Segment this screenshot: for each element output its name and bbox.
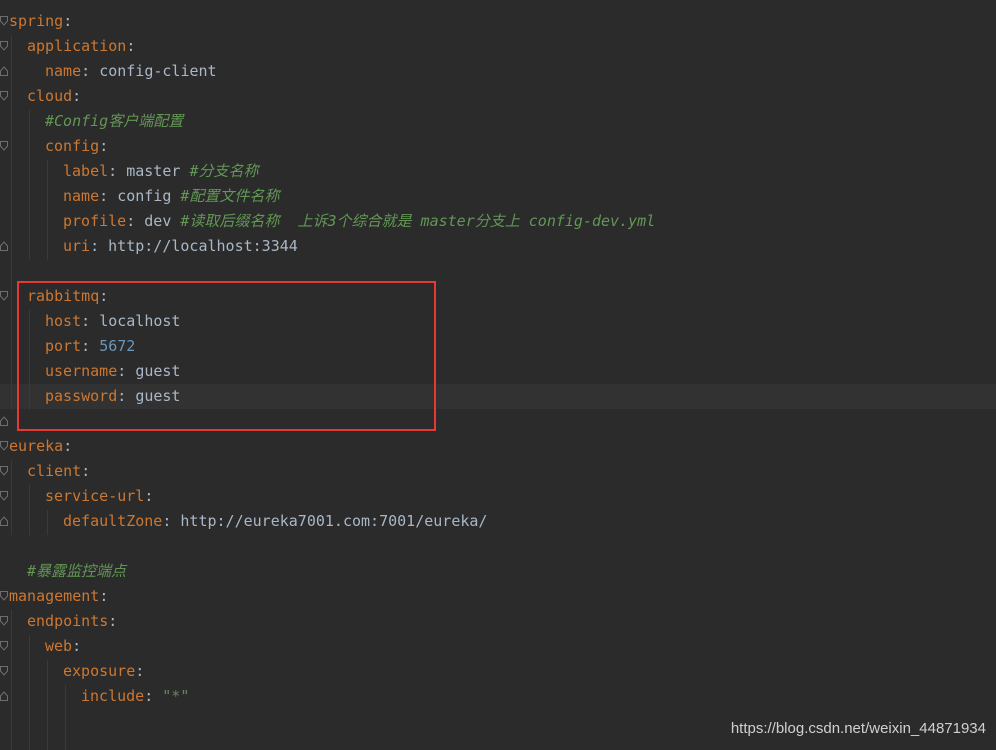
yaml-colon: : — [126, 212, 145, 230]
yaml-colon: : — [135, 662, 145, 680]
yaml-key: uri — [63, 237, 91, 255]
code-line-spring[interactable]: spring: — [9, 9, 72, 34]
code-line-application-name[interactable]: name: config-client — [45, 59, 217, 84]
code-line-endpoints-comment[interactable]: #暴露监控端点 — [27, 559, 126, 584]
yaml-colon: : — [162, 512, 181, 530]
yaml-key: eureka — [9, 437, 64, 455]
yaml-key: name — [45, 62, 82, 80]
yaml-comment: #暴露监控端点 — [27, 562, 127, 580]
yaml-key: web — [45, 637, 73, 655]
fold-marker-icon[interactable] — [0, 141, 8, 151]
yaml-key: cloud — [27, 87, 73, 105]
yaml-key: label — [63, 162, 109, 180]
indent-guide — [29, 635, 30, 750]
watermark-text: https://blog.csdn.net/weixin_44871934 — [730, 720, 986, 737]
fold-marker-icon[interactable] — [0, 241, 8, 251]
code-line-service-url[interactable]: service-url: — [45, 484, 153, 509]
yaml-comment: #Config客户端配置 — [45, 112, 184, 130]
code-line-cloud[interactable]: cloud: — [27, 84, 81, 109]
code-line-defaultzone[interactable]: defaultZone: http://eureka7001.com:7001/… — [63, 509, 487, 534]
yaml-colon: : — [108, 162, 127, 180]
yaml-comment: #分支名称 — [189, 162, 259, 180]
code-line-client[interactable]: client: — [27, 459, 90, 484]
yaml-key: defaultZone — [63, 512, 163, 530]
yaml-colon: : — [99, 187, 118, 205]
fold-marker-icon[interactable] — [0, 491, 8, 501]
yaml-value: config — [117, 187, 181, 205]
indent-guide — [65, 685, 66, 750]
yaml-key: exposure — [63, 662, 136, 680]
fold-marker-icon[interactable] — [0, 441, 8, 451]
yaml-colon: : — [99, 137, 109, 155]
code-line-config-name[interactable]: name: config #配置文件名称 — [63, 184, 279, 209]
indent-guide — [47, 660, 48, 750]
fold-marker-icon[interactable] — [0, 691, 8, 701]
yaml-key: include — [81, 687, 145, 705]
fold-marker-icon[interactable] — [0, 591, 8, 601]
fold-marker-icon[interactable] — [0, 466, 8, 476]
code-line-endpoints[interactable]: endpoints: — [27, 609, 117, 634]
code-line-management[interactable]: management: — [9, 584, 108, 609]
indent-guide — [29, 110, 30, 260]
yaml-colon: : — [108, 612, 118, 630]
indent-guide — [11, 35, 12, 410]
yaml-value: http://localhost:3344 — [108, 237, 298, 255]
indent-guide — [47, 510, 48, 535]
yaml-value: http://eureka7001.com:7001/eureka/ — [180, 512, 488, 530]
fold-marker-icon[interactable] — [0, 666, 8, 676]
yaml-key: application — [27, 37, 127, 55]
yaml-key: management — [9, 587, 100, 605]
fold-marker-icon[interactable] — [0, 41, 8, 51]
fold-marker-icon[interactable] — [0, 91, 8, 101]
yaml-colon: : — [126, 37, 136, 55]
indent-guide — [47, 160, 48, 260]
yaml-colon: : — [99, 587, 109, 605]
yaml-value: config-client — [99, 62, 217, 80]
yaml-colon: : — [144, 487, 154, 505]
yaml-colon: : — [63, 437, 73, 455]
yaml-key: name — [63, 187, 100, 205]
fold-marker-icon[interactable] — [0, 516, 8, 526]
code-line-application[interactable]: application: — [27, 34, 135, 59]
yaml-comment: #读取后缀名称 上诉3个综合就是 master分支上 config-dev.ym… — [180, 212, 656, 230]
yaml-value: master — [126, 162, 190, 180]
yaml-key: service-url — [45, 487, 145, 505]
code-line-eureka[interactable]: eureka: — [9, 434, 72, 459]
code-line-exposure[interactable]: exposure: — [63, 659, 144, 684]
fold-marker-icon[interactable] — [0, 616, 8, 626]
yaml-value: dev — [144, 212, 181, 230]
fold-marker-icon[interactable] — [0, 641, 8, 651]
yaml-key: client — [27, 462, 82, 480]
yaml-key: profile — [63, 212, 127, 230]
yaml-colon: : — [72, 637, 82, 655]
yaml-comment: #配置文件名称 — [180, 187, 280, 205]
fold-marker-icon[interactable] — [0, 416, 8, 426]
yaml-colon: : — [90, 237, 109, 255]
fold-marker-icon[interactable] — [0, 66, 8, 76]
yaml-colon: : — [81, 62, 100, 80]
fold-marker-icon[interactable] — [0, 291, 8, 301]
indent-guide — [29, 485, 30, 535]
annotation-highlight-box — [17, 281, 436, 431]
code-line-include[interactable]: include: "*" — [81, 684, 189, 709]
code-line-config[interactable]: config: — [45, 134, 108, 159]
yaml-string: "*" — [162, 687, 190, 705]
code-line-config-comment[interactable]: #Config客户端配置 — [45, 109, 183, 134]
code-line-label[interactable]: label: master #分支名称 — [63, 159, 258, 184]
code-editor[interactable]: spring: application: name: config-client… — [0, 0, 996, 750]
code-line-profile[interactable]: profile: dev #读取后缀名称 上诉3个综合就是 master分支上 … — [63, 209, 655, 234]
yaml-colon: : — [63, 12, 73, 30]
indent-guide — [11, 460, 12, 535]
yaml-key: endpoints — [27, 612, 109, 630]
yaml-colon: : — [72, 87, 82, 105]
indent-guide — [11, 610, 12, 750]
yaml-key: config — [45, 137, 100, 155]
yaml-key: spring — [9, 12, 64, 30]
yaml-colon: : — [81, 462, 91, 480]
fold-marker-icon[interactable] — [0, 16, 8, 26]
yaml-colon: : — [144, 687, 163, 705]
code-line-uri[interactable]: uri: http://localhost:3344 — [63, 234, 298, 259]
code-line-web[interactable]: web: — [45, 634, 81, 659]
